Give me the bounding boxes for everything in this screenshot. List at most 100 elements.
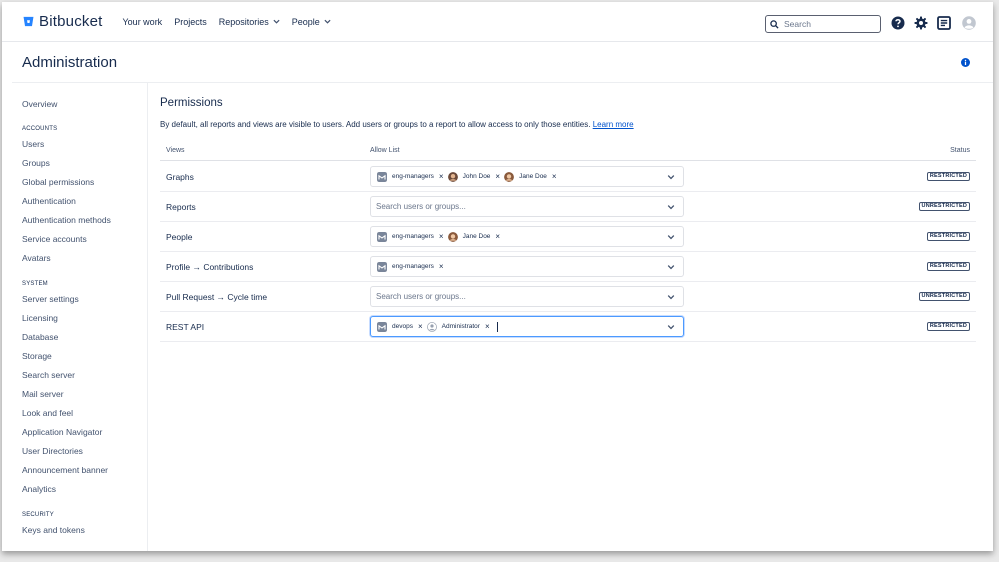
view-name: People bbox=[166, 232, 193, 242]
view-name: Graphs bbox=[166, 172, 194, 182]
sidebar-heading-security: SECURITY bbox=[22, 512, 54, 518]
allow-list-select[interactable]: Search users or groups... bbox=[370, 286, 684, 307]
chevron-down-icon[interactable] bbox=[667, 323, 675, 331]
user-tag: Jane Doe × bbox=[504, 170, 557, 183]
sidebar-item-database[interactable]: Database bbox=[22, 332, 58, 342]
group-icon bbox=[377, 231, 387, 242]
tag-label: Administrator bbox=[441, 323, 480, 330]
remove-tag-icon[interactable]: × bbox=[495, 172, 500, 181]
table-row: People eng-managers × Jane Doe × RESTRIC… bbox=[160, 222, 976, 252]
allow-list-select[interactable]: eng-managers × Jane Doe × bbox=[370, 226, 684, 247]
sidebar-item-storage[interactable]: Storage bbox=[22, 351, 52, 361]
sidebar-item-licensing[interactable]: Licensing bbox=[22, 313, 58, 323]
chevron-down-icon[interactable] bbox=[667, 293, 675, 301]
sidebar-item-search-server[interactable]: Search server bbox=[22, 370, 75, 380]
chevron-down-icon[interactable] bbox=[667, 203, 675, 211]
status-badge: RESTRICTED bbox=[926, 232, 970, 241]
sidebar-item-look-and-feel[interactable]: Look and feel bbox=[22, 408, 73, 418]
nav-repositories[interactable]: Repositories bbox=[219, 17, 280, 27]
sidebar-item-overview[interactable]: Overview bbox=[22, 99, 57, 109]
bitbucket-logo[interactable]: Bitbucket bbox=[23, 13, 103, 30]
remove-tag-icon[interactable]: × bbox=[439, 232, 444, 241]
sidebar-heading-system: SYSTEM bbox=[22, 281, 48, 287]
sidebar-item-users[interactable]: Users bbox=[22, 139, 44, 149]
sidebar-item-global-permissions[interactable]: Global permissions bbox=[22, 177, 94, 187]
permissions-description: By default, all reports and views are vi… bbox=[160, 120, 634, 129]
nav-your-work[interactable]: Your work bbox=[123, 17, 163, 27]
permissions-title: Permissions bbox=[160, 97, 223, 109]
tag-label: John Doe bbox=[462, 173, 491, 180]
allow-list-select[interactable]: eng-managers × John Doe × Jane Doe × bbox=[370, 166, 684, 187]
nav-your-work-label: Your work bbox=[122, 16, 163, 27]
status-badge: RESTRICTED bbox=[926, 262, 970, 271]
user-tag: Administrator × bbox=[426, 320, 490, 333]
chevron-down-icon bbox=[273, 19, 280, 24]
status-badge: UNRESTRICTED bbox=[918, 202, 970, 211]
help-icon[interactable] bbox=[891, 16, 905, 30]
table-row: Pull Request → Cycle time Search users o… bbox=[160, 282, 976, 312]
search-icon bbox=[770, 19, 779, 29]
sidebar-item-server-settings[interactable]: Server settings bbox=[22, 294, 79, 304]
top-navigation: Bitbucket Your work Projects Repositorie… bbox=[2, 2, 993, 42]
sidebar-item-authentication[interactable]: Authentication bbox=[22, 196, 76, 206]
sidebar-item-announcement-banner[interactable]: Announcement banner bbox=[22, 465, 108, 475]
remove-tag-icon[interactable]: × bbox=[439, 172, 444, 181]
user-tag: John Doe × bbox=[447, 170, 500, 183]
search-input[interactable] bbox=[784, 19, 874, 29]
sidebar-item-service-accounts[interactable]: Service accounts bbox=[22, 234, 87, 244]
chevron-down-icon bbox=[324, 19, 331, 24]
nav-people-label: People bbox=[291, 16, 320, 27]
tag-label: eng-managers bbox=[392, 263, 434, 270]
sidebar-item-avatars[interactable]: Avatars bbox=[22, 253, 51, 263]
allow-list-select[interactable]: Search users or groups... bbox=[370, 196, 684, 217]
nav-people[interactable]: People bbox=[292, 17, 331, 27]
sidebar-item-groups[interactable]: Groups bbox=[22, 158, 50, 168]
remove-tag-icon[interactable]: × bbox=[552, 172, 557, 181]
allow-list-select[interactable]: eng-managers × bbox=[370, 256, 684, 277]
allow-list-select[interactable]: devops × Administrator × bbox=[370, 316, 684, 337]
sidebar-item-keys-and-tokens[interactable]: Keys and tokens bbox=[22, 525, 85, 535]
avatar[interactable] bbox=[962, 16, 976, 30]
group-icon bbox=[377, 321, 387, 332]
tag-label: eng-managers bbox=[392, 233, 434, 240]
group-tag: devops × bbox=[377, 320, 423, 333]
group-tag: eng-managers × bbox=[377, 170, 444, 183]
chevron-down-icon[interactable] bbox=[667, 263, 675, 271]
sidebar-item-analytics[interactable]: Analytics bbox=[22, 484, 56, 494]
sidebar-item-user-directories[interactable]: User Directories bbox=[22, 446, 83, 456]
status-badge: RESTRICTED bbox=[926, 172, 970, 181]
app-window: Bitbucket Your work Projects Repositorie… bbox=[2, 2, 993, 551]
remove-tag-icon[interactable]: × bbox=[495, 232, 500, 241]
nav-projects-label: Projects bbox=[174, 16, 207, 27]
chevron-down-icon[interactable] bbox=[667, 173, 675, 181]
remove-tag-icon[interactable]: × bbox=[485, 322, 490, 331]
view-name: Reports bbox=[166, 202, 196, 212]
user-avatar-icon bbox=[504, 171, 515, 182]
tag-label: Jane Doe bbox=[519, 173, 547, 180]
select-placeholder: Search users or groups... bbox=[376, 202, 466, 211]
sidebar-item-application-navigator[interactable]: Application Navigator bbox=[22, 427, 102, 437]
main-nav: Your work Projects Repositories People bbox=[123, 17, 343, 27]
tag-label: eng-managers bbox=[392, 173, 434, 180]
remove-tag-icon[interactable]: × bbox=[439, 262, 444, 271]
default-avatar-icon bbox=[426, 321, 437, 332]
bitbucket-logo-icon bbox=[23, 16, 34, 27]
chevron-down-icon[interactable] bbox=[667, 233, 675, 241]
info-icon[interactable] bbox=[961, 58, 970, 67]
status-badge: RESTRICTED bbox=[926, 322, 970, 331]
notes-icon[interactable] bbox=[937, 16, 951, 30]
nav-projects[interactable]: Projects bbox=[174, 17, 207, 27]
column-header-allow-list: Allow List bbox=[370, 147, 400, 154]
settings-icon[interactable] bbox=[914, 16, 928, 30]
view-name: Pull Request → Cycle time bbox=[166, 292, 268, 302]
remove-tag-icon[interactable]: × bbox=[418, 322, 423, 331]
search-box[interactable] bbox=[765, 15, 881, 33]
sidebar-item-mail-server[interactable]: Mail server bbox=[22, 389, 64, 399]
user-tag: Jane Doe × bbox=[447, 230, 500, 243]
learn-more-link[interactable]: Learn more bbox=[593, 120, 634, 129]
text-cursor bbox=[496, 321, 498, 332]
column-header-status: Status bbox=[950, 147, 970, 154]
sidebar-item-authentication-methods[interactable]: Authentication methods bbox=[22, 215, 111, 225]
table-row: Profile → Contributions eng-managers × R… bbox=[160, 252, 976, 282]
tag-label: devops bbox=[392, 323, 413, 330]
